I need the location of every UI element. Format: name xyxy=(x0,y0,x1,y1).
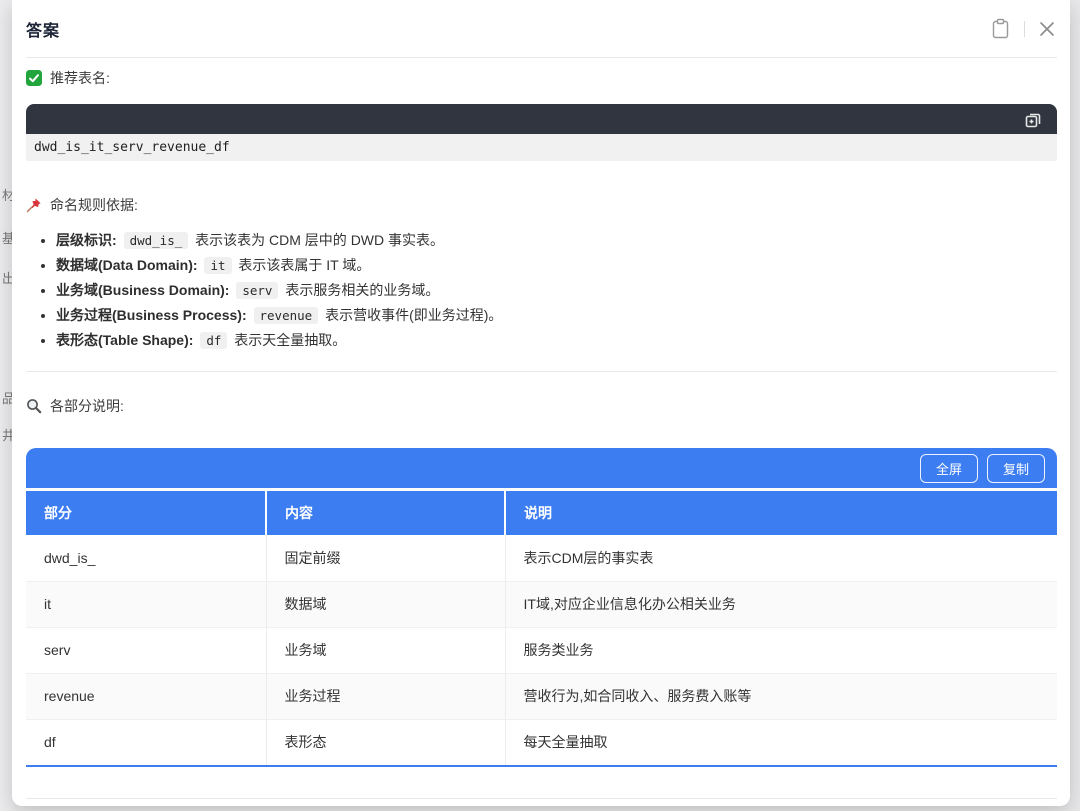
parts-section-label: 各部分说明: xyxy=(26,396,1057,416)
rule-desc: 表示该表为 CDM 层中的 DWD 事实表。 xyxy=(195,232,445,248)
naming-label: 命名规则依据: xyxy=(50,197,138,213)
rule-label: 业务域(Business Domain): xyxy=(56,282,230,298)
close-icon xyxy=(1039,21,1055,40)
cell-content: 业务域 xyxy=(265,627,505,674)
table-row: it 数据域 IT域,对应企业信息化办公相关业务 xyxy=(26,581,1057,628)
cell-content: 表形态 xyxy=(265,719,505,765)
rule-label: 业务过程(Business Process): xyxy=(56,307,247,323)
rule-code: dwd_is_ xyxy=(123,232,189,249)
rule-item: 业务过程(Business Process): revenue 表示营收事件(即… xyxy=(56,303,1057,328)
table-name-code[interactable]: dwd_is_it_serv_revenue_df xyxy=(26,134,1057,161)
cell-desc: 服务类业务 xyxy=(504,627,1057,674)
table-row: df 表形态 每天全量抽取 xyxy=(26,719,1057,765)
rule-code: revenue xyxy=(253,307,319,324)
cell-content: 数据域 xyxy=(265,581,505,628)
table-row: revenue 业务过程 营收行为,如合同收入、服务费入账等 xyxy=(26,673,1057,720)
column-header: 部分 xyxy=(26,491,266,535)
copy-table-button[interactable]: 复制 xyxy=(986,453,1045,483)
cell-part: it xyxy=(26,581,266,628)
table-header-row: 部分 内容 说明 xyxy=(26,491,1057,535)
column-header: 内容 xyxy=(265,491,505,535)
page-title: 答案 xyxy=(26,22,61,40)
close-button[interactable] xyxy=(1037,19,1057,39)
cell-content: 业务过程 xyxy=(265,673,505,720)
cell-desc: IT域,对应企业信息化办公相关业务 xyxy=(504,581,1057,628)
pin-icon xyxy=(26,197,42,213)
cell-part: df xyxy=(26,719,266,765)
fullscreen-button[interactable]: 全屏 xyxy=(919,453,978,483)
header-divider xyxy=(1024,20,1025,37)
table-toolbar: 全屏 复制 xyxy=(26,448,1057,488)
rule-desc: 表示营收事件(即业务过程)。 xyxy=(325,307,503,323)
rule-desc: 表示服务相关的业务域。 xyxy=(285,282,440,298)
parts-table-card: 全屏 复制 部分 内容 说明 dwd_is_ 固定前缀 表示CDM层的事实表 i… xyxy=(26,448,1057,767)
code-block: dwd_is_it_serv_revenue_df xyxy=(26,104,1057,161)
rule-item: 表形态(Table Shape): df 表示天全量抽取。 xyxy=(56,328,1057,353)
cell-part: dwd_is_ xyxy=(26,535,266,582)
recommend-section-label: 推荐表名: xyxy=(26,68,1057,88)
clipboard-icon xyxy=(991,18,1010,42)
parts-label: 各部分说明: xyxy=(50,398,124,414)
recommend-label: 推荐表名: xyxy=(50,70,110,86)
magnifier-icon xyxy=(26,398,42,414)
rule-item: 数据域(Data Domain): it 表示该表属于 IT 域。 xyxy=(56,253,1057,278)
rule-code: df xyxy=(200,332,228,349)
answer-modal: 答案 推荐表名: dwd_is_it_serv_revenue_df 命名规则依… xyxy=(12,0,1070,806)
copy-answer-button[interactable] xyxy=(989,16,1012,41)
code-block-header xyxy=(26,104,1057,134)
cell-desc: 表示CDM层的事实表 xyxy=(504,535,1057,582)
rule-item: 层级标识: dwd_is_ 表示该表为 CDM 层中的 DWD 事实表。 xyxy=(56,228,1057,253)
cell-desc: 营收行为,如合同收入、服务费入账等 xyxy=(504,673,1057,720)
cell-part: revenue xyxy=(26,673,266,720)
cell-content: 固定前缀 xyxy=(265,535,505,582)
copy-code-button[interactable] xyxy=(1022,108,1045,131)
table-row: dwd_is_ 固定前缀 表示CDM层的事实表 xyxy=(26,535,1057,582)
rule-label: 层级标识: xyxy=(56,232,117,248)
naming-rules-list: 层级标识: dwd_is_ 表示该表为 CDM 层中的 DWD 事实表。 数据域… xyxy=(26,228,1057,353)
cell-desc: 每天全量抽取 xyxy=(504,719,1057,765)
bottom-divider xyxy=(26,798,1057,799)
column-header: 说明 xyxy=(504,491,1057,535)
rule-desc: 表示该表属于 IT 域。 xyxy=(238,257,371,273)
header-actions xyxy=(989,16,1057,41)
modal-header: 答案 xyxy=(26,0,1057,58)
section-divider xyxy=(26,371,1057,372)
rule-item: 业务域(Business Domain): serv 表示服务相关的业务域。 xyxy=(56,278,1057,303)
table-row: serv 业务域 服务类业务 xyxy=(26,627,1057,674)
parts-table: 部分 内容 说明 dwd_is_ 固定前缀 表示CDM层的事实表 it 数据域 … xyxy=(26,491,1057,765)
copy-icon xyxy=(1024,113,1043,132)
rule-label: 表形态(Table Shape): xyxy=(56,332,194,348)
rule-code: it xyxy=(204,257,232,274)
rule-code: serv xyxy=(236,282,279,299)
rule-desc: 表示天全量抽取。 xyxy=(234,332,347,348)
check-icon xyxy=(26,70,42,86)
cell-part: serv xyxy=(26,627,266,674)
naming-section-label: 命名规则依据: xyxy=(26,195,1057,215)
rule-label: 数据域(Data Domain): xyxy=(56,257,198,273)
